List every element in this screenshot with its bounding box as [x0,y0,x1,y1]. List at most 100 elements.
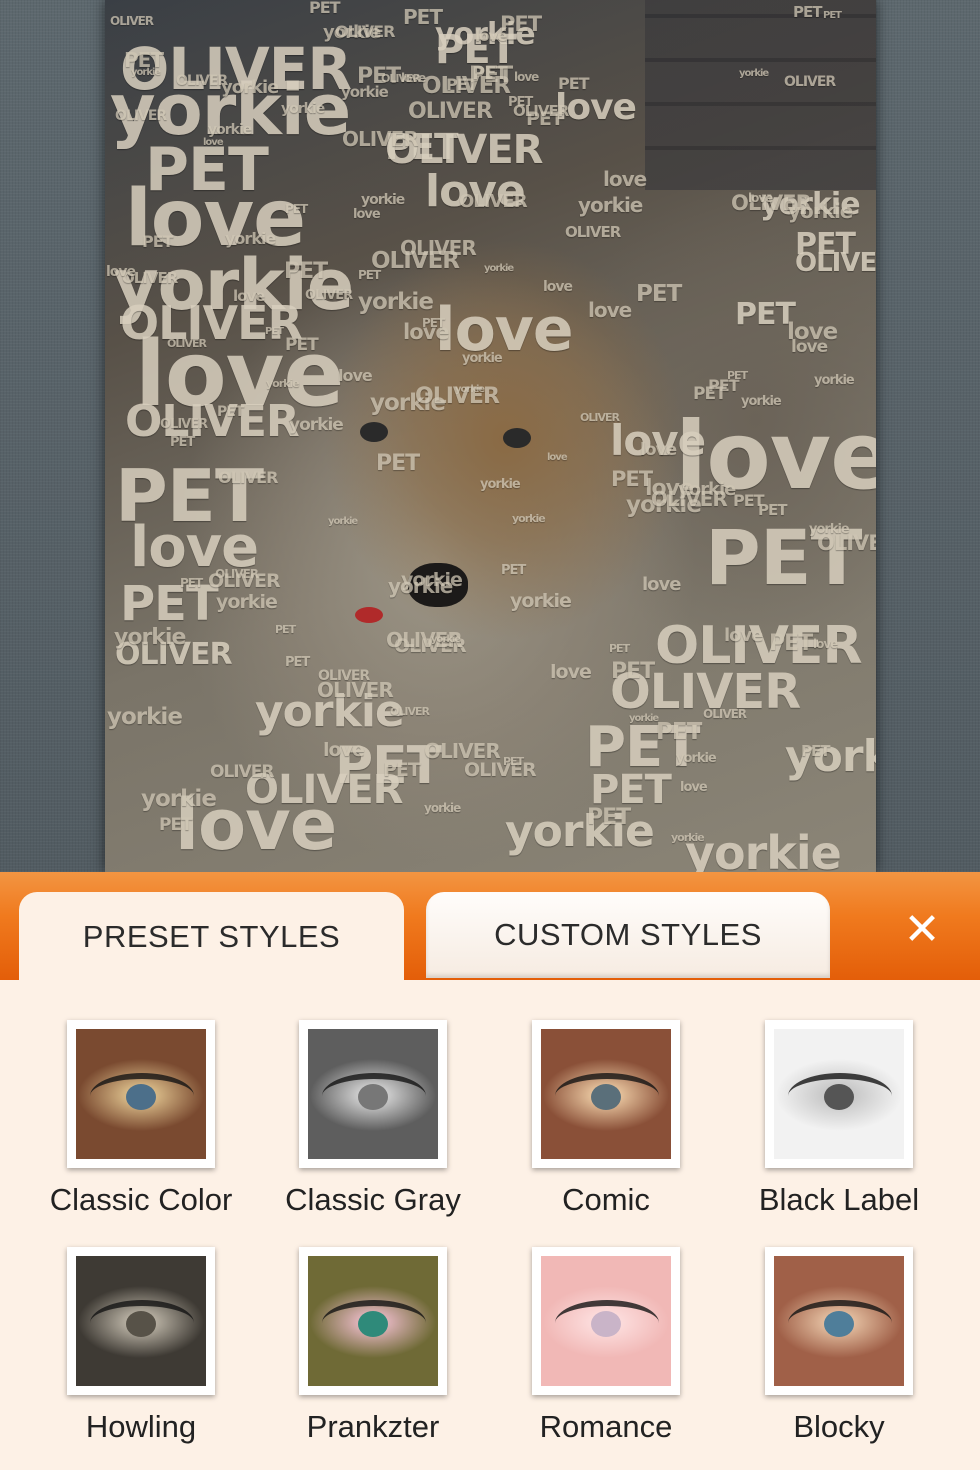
word-art-word: yorkie [671,831,705,844]
word-art-word: love [813,637,838,651]
style-thumbnail[interactable] [299,1247,447,1395]
word-art-word: PET [124,48,164,72]
word-art-word: PET [217,404,244,420]
word-art-word: yorkie [480,477,521,492]
word-art-word: yorkie [107,704,183,730]
word-art-word: yorkie [505,806,655,857]
thumbnail-iris [358,1084,388,1110]
word-art-word: PET [501,563,526,578]
word-art-word: OLIVER [651,487,728,511]
style-thumbnail-image [541,1256,671,1386]
word-art-word: love [514,70,539,84]
word-art-word: OLIVER [795,248,876,278]
word-art-word: PET [769,631,813,656]
word-art-word: love [547,452,568,463]
thumbnail-iris [126,1084,156,1110]
word-art-word: yorkie [221,77,279,98]
style-thumbnail-image [308,1029,438,1159]
word-art-word: PET [472,63,508,84]
word-art-word: PET [142,232,174,251]
style-thumbnail-image [308,1256,438,1386]
style-option-label: Classic Color [49,1182,233,1217]
style-option-label: Howling [85,1409,197,1444]
word-art-word: yorkie [361,192,405,208]
word-art-word: yorkie [484,263,514,274]
style-thumbnail[interactable] [299,1020,447,1168]
word-art-word: love [233,287,265,305]
word-art-word: OLIVER [580,411,620,424]
style-thumbnail[interactable] [67,1020,215,1168]
word-art-word: yorkie [266,377,300,390]
word-art-word: love [550,661,592,683]
word-art-word: OLIVER [415,384,500,409]
style-thumbnail[interactable] [532,1247,680,1395]
word-art-word: yorkie [388,574,453,598]
word-art-word: OLIVER [305,288,353,303]
word-art-word: PET [693,384,727,404]
style-thumbnail-image [541,1029,671,1159]
word-art-word: PET [558,74,590,93]
word-art-word: PET [159,815,193,835]
word-art-word: OLIVER [218,468,278,487]
word-art-word: PET [636,281,682,307]
style-thumbnail[interactable] [67,1247,215,1395]
thumbnail-iris [591,1311,621,1337]
word-art-word: yorkie [328,516,358,527]
tab-preset-styles[interactable]: PRESET STYLES [19,892,404,982]
style-thumbnail[interactable] [765,1020,913,1168]
photo-brick-wall [645,0,876,190]
word-art-word: yorkie [809,522,850,537]
style-option-label: Blocky [793,1409,885,1444]
word-art-word: OLIVER [335,22,395,41]
word-art-word: yorkie [510,590,572,612]
word-art-word: yorkie [676,751,717,766]
word-art-word: PET [609,642,630,655]
style-thumbnail-image [76,1256,206,1386]
word-art-word: PET [656,719,702,745]
word-art-word: yorkie [685,826,842,872]
style-thumbnail[interactable] [532,1020,680,1168]
word-art-word: OLIVER [565,223,621,241]
word-art-word: love [791,337,828,357]
word-art-preview: OLIVER yorkie PET love yorkie OLIVER love OLIVE… [105,0,876,872]
word-art-word: PET [285,655,310,670]
word-art-word: yorkie [462,351,503,366]
word-art-word: yorkie [225,229,276,248]
style-thumbnail-image [774,1029,904,1159]
word-art-word: love [680,780,708,795]
word-art-word: OLIVER [167,337,207,350]
word-art-word: PET [500,12,542,36]
word-art-word: PET [170,435,195,450]
close-icon: ✕ [903,905,941,954]
word-art-word: love [106,264,136,280]
word-art-word: yorkie [341,83,389,101]
word-art-word: yorkie [216,591,278,613]
word-art-word: OLIVER [317,678,394,702]
word-art-word: OLIVER [703,707,747,721]
word-art-word: love [338,366,373,385]
word-art-word: PET [503,755,524,768]
word-art-word: PET [285,202,308,216]
word-art-word: PET [587,805,631,830]
preset-styles-grid: Classic Color Classic Gray Comic Black Labe… [0,980,980,1470]
style-option-label: Prankzter [306,1409,440,1444]
word-art-word: yorkie [788,199,853,223]
style-option-label: Black Label [758,1182,920,1217]
word-art-word: PET [383,759,421,781]
word-art-word: OLIVER [115,108,167,124]
close-button[interactable]: ✕ [896,904,948,956]
word-art-word: PET [265,326,284,337]
word-art-word: PET [801,742,831,760]
photo-dog-eye-left [360,422,388,442]
word-art-word: yorkie [629,713,659,724]
word-art-word: yorkie [141,786,217,812]
word-art-word: OLIVER [459,191,528,212]
word-art-word: PET [376,451,420,476]
word-art-word: yorkie [424,801,461,815]
tab-custom-styles[interactable]: CUSTOM STYLES [426,892,830,978]
style-thumbnail[interactable] [765,1247,913,1395]
word-art-word: love [353,207,381,222]
word-art-word: OLIVER [408,99,493,124]
word-art-word: love [588,298,632,322]
word-art-word: PET [611,467,653,491]
